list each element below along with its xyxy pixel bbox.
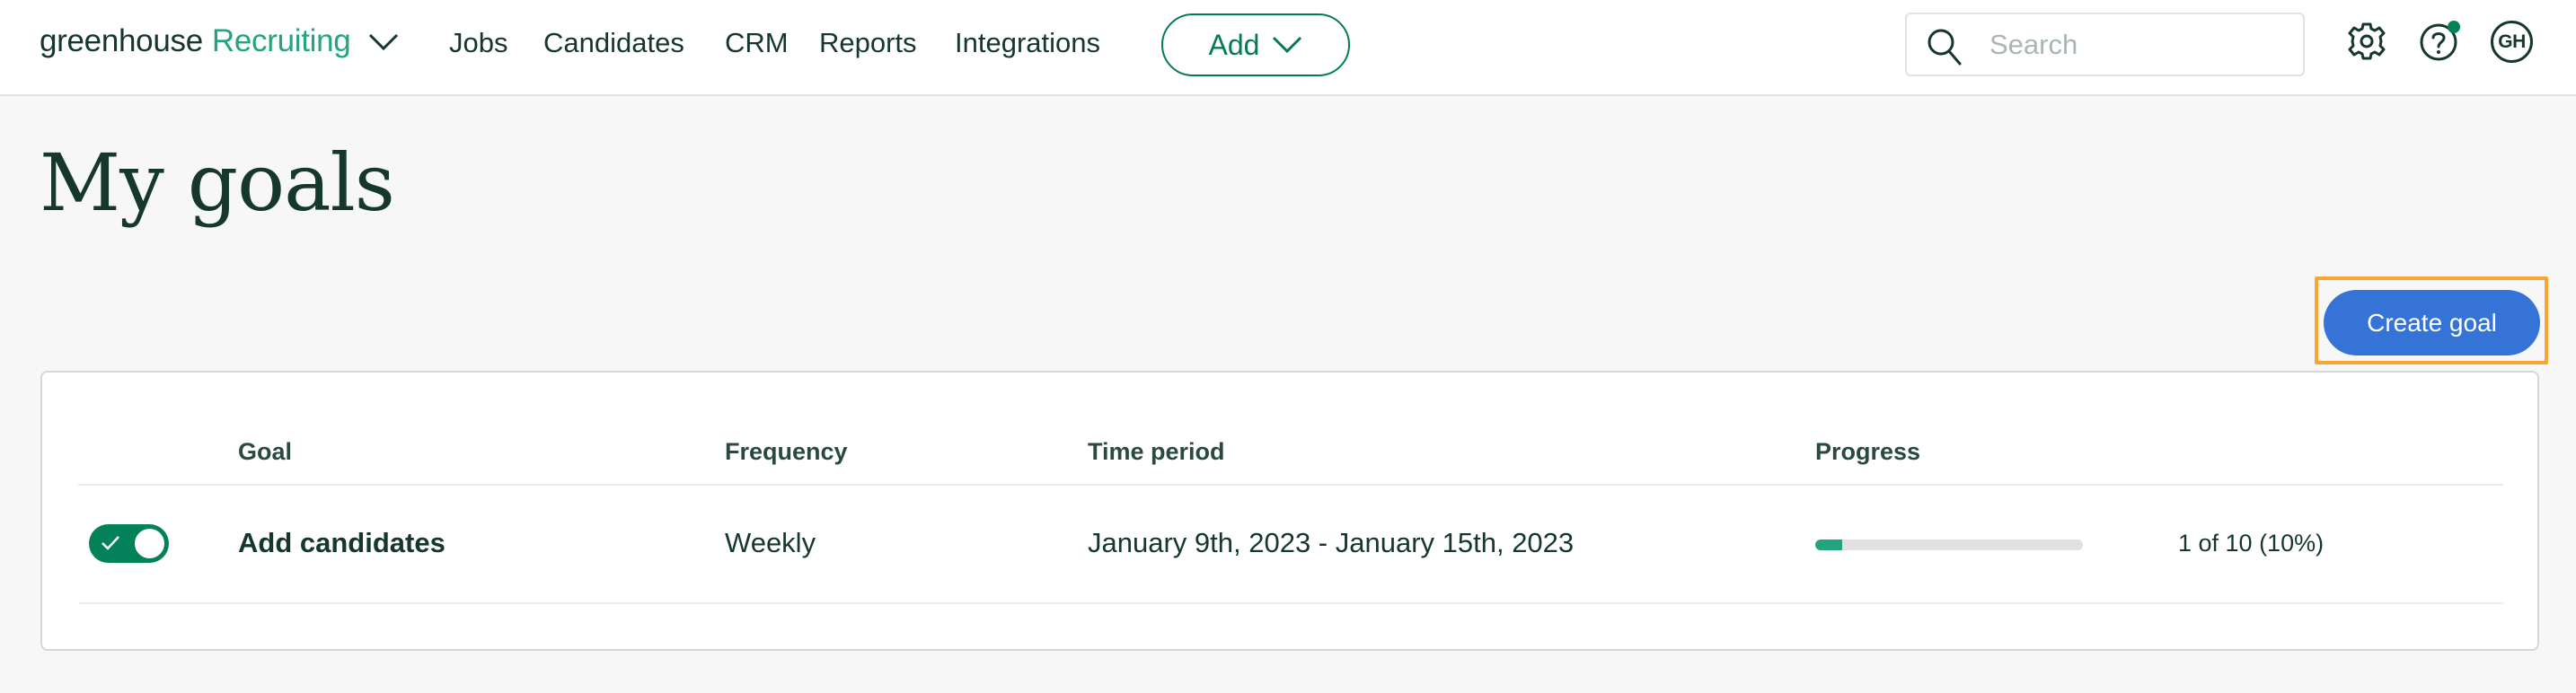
top-navigation-bar: greenhouse Recruiting Jobs Candidates CR… <box>0 0 2576 96</box>
nav-link-jobs[interactable]: Jobs <box>449 27 507 59</box>
checkmark-icon <box>101 536 119 550</box>
column-header-time-period: Time period <box>1088 438 1225 465</box>
goal-name[interactable]: Add candidates <box>238 527 446 559</box>
page-title: My goals <box>40 136 395 229</box>
goal-frequency: Weekly <box>725 527 816 558</box>
goal-enabled-toggle[interactable] <box>89 524 169 563</box>
progress-bar <box>1815 539 2083 550</box>
create-goal-button[interactable]: Create goal <box>2324 290 2540 355</box>
column-header-progress: Progress <box>1815 438 1921 465</box>
greenhouse-recruiting-logo[interactable]: greenhouse Recruiting <box>40 23 351 68</box>
logo-primary-text: greenhouse <box>40 23 203 58</box>
nav-link-crm[interactable]: CRM <box>725 27 789 59</box>
search-box[interactable] <box>1905 13 2305 76</box>
goals-table: Goal Frequency Time period Progress Add … <box>40 371 2539 651</box>
nav-link-integrations[interactable]: Integrations <box>955 27 1100 59</box>
chevron-down-icon <box>1273 36 1302 54</box>
row-divider <box>78 602 2503 604</box>
user-avatar[interactable]: GH <box>2491 21 2533 63</box>
search-input[interactable] <box>1989 23 2286 66</box>
add-button[interactable]: Add <box>1161 13 1350 76</box>
notification-dot <box>2448 21 2460 33</box>
toggle-knob <box>135 529 164 558</box>
progress-bar-fill <box>1815 539 1842 550</box>
nav-link-reports[interactable]: Reports <box>819 27 917 59</box>
header-divider <box>78 484 2503 486</box>
chevron-down-icon[interactable] <box>368 32 399 52</box>
column-header-goal: Goal <box>238 438 293 465</box>
search-icon <box>1928 29 1962 66</box>
progress-label: 1 of 10 (10%) <box>2178 530 2325 557</box>
help-circle-icon[interactable] <box>2418 21 2465 64</box>
column-header-frequency: Frequency <box>725 438 848 465</box>
logo-secondary-text: Recruiting <box>211 23 351 58</box>
gear-icon[interactable] <box>2346 21 2387 62</box>
add-button-label: Add <box>1208 28 1260 61</box>
goal-time-period: January 9th, 2023 - January 15th, 2023 <box>1088 527 1575 558</box>
nav-link-candidates[interactable]: Candidates <box>543 27 684 59</box>
